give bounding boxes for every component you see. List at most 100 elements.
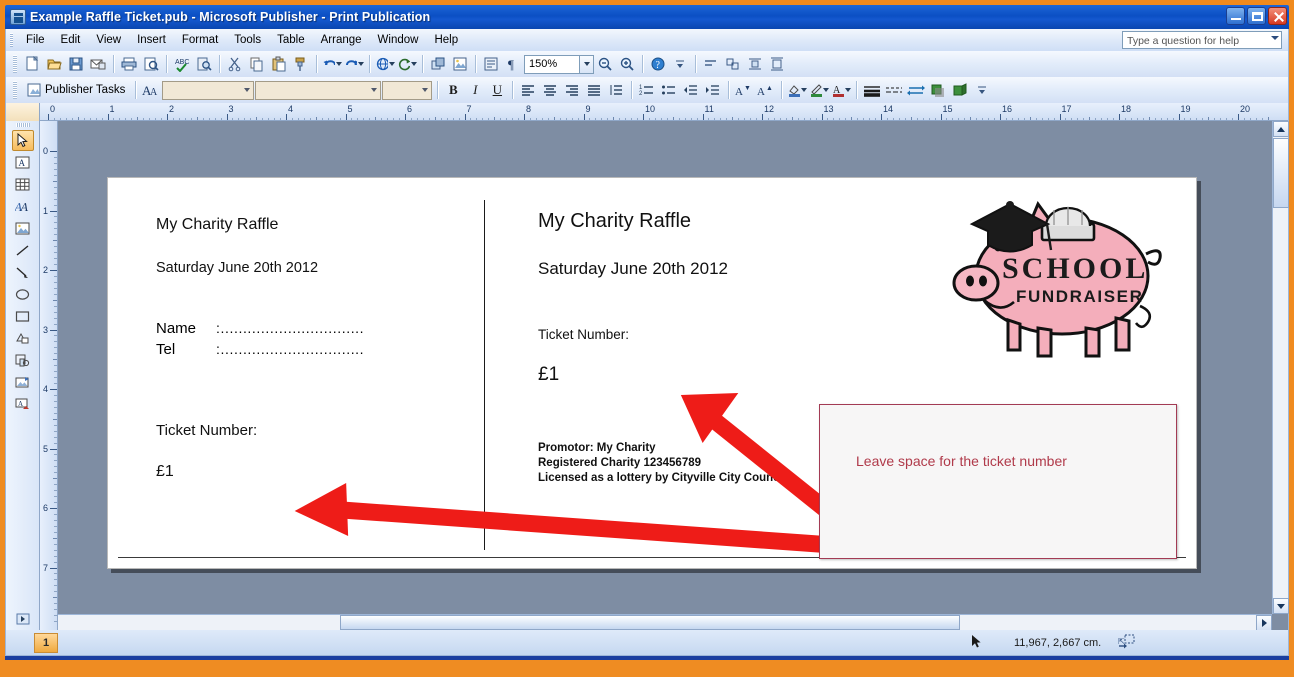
italic-button[interactable]: I — [464, 79, 486, 101]
font-color-icon[interactable]: A — [830, 79, 852, 101]
menu-insert[interactable]: Insert — [129, 32, 174, 48]
publisher-tasks-button[interactable]: Publisher Tasks — [21, 83, 131, 97]
style-dropdown[interactable] — [162, 80, 255, 100]
autoshapes-icon[interactable] — [12, 328, 34, 349]
design-gallery-object-icon[interactable] — [12, 350, 34, 371]
cut-icon[interactable] — [224, 53, 246, 75]
save-icon[interactable] — [65, 53, 87, 75]
rotate-icon[interactable] — [396, 53, 418, 75]
horizontal-ruler[interactable]: 0 1 2 3 4 5 6 7 8 9 10 11 12 13 14 15 16 17 18 19 20 — [6, 103, 1288, 121]
line-icon[interactable] — [12, 240, 34, 261]
chevron-down-icon[interactable] — [336, 62, 342, 66]
line-style-icon[interactable] — [861, 79, 883, 101]
picture-frame-icon[interactable] — [12, 218, 34, 239]
oval-icon[interactable] — [12, 284, 34, 305]
vertical-scrollbar[interactable] — [1272, 121, 1289, 614]
zoom-out-icon[interactable] — [594, 53, 616, 75]
line-spacing-icon[interactable] — [605, 79, 627, 101]
maximize-button[interactable] — [1247, 7, 1266, 25]
align-left-icon[interactable] — [517, 79, 539, 101]
underline-button[interactable]: U — [486, 79, 508, 101]
menu-help[interactable]: Help — [426, 32, 466, 48]
object-position-size-icon[interactable]: ⇱ — [1118, 634, 1136, 655]
chevron-down-icon[interactable] — [845, 88, 852, 92]
align-distribute-icon[interactable] — [700, 53, 722, 75]
menu-window[interactable]: Window — [370, 32, 427, 48]
redo-icon[interactable] — [343, 53, 365, 75]
menu-table[interactable]: Table — [269, 32, 313, 48]
chevron-down-icon[interactable] — [411, 62, 417, 66]
bold-button[interactable]: B — [442, 79, 464, 101]
increase-indent-icon[interactable] — [702, 79, 724, 101]
shrink-font-icon[interactable]: A ▼ — [733, 79, 755, 101]
toolbar-grip[interactable] — [15, 123, 30, 127]
scroll-right-button[interactable] — [1256, 615, 1272, 631]
special-characters-icon[interactable] — [480, 53, 502, 75]
arrow-icon[interactable] — [12, 262, 34, 283]
spelling-icon[interactable]: ABC — [171, 53, 193, 75]
objects-toolbar-expand-icon[interactable] — [12, 608, 34, 629]
line-color-icon[interactable] — [808, 79, 830, 101]
undo-icon[interactable] — [321, 53, 343, 75]
menu-arrange[interactable]: Arrange — [313, 32, 370, 48]
show-formatting-marks-icon[interactable]: ¶ — [502, 53, 524, 75]
bulleted-list-icon[interactable] — [658, 79, 680, 101]
research-icon[interactable] — [193, 53, 215, 75]
zoom-in-icon[interactable] — [616, 53, 638, 75]
toolbar-options-icon[interactable] — [669, 53, 691, 75]
horizontal-scroll-thumb[interactable] — [340, 615, 960, 630]
select-objects-icon[interactable] — [11, 130, 34, 151]
numbered-list-icon[interactable]: 12 — [636, 79, 658, 101]
menu-file[interactable]: File — [18, 32, 53, 48]
styles-and-formatting-icon[interactable]: AA — [140, 79, 162, 101]
toolbar-options-icon[interactable] — [971, 79, 993, 101]
item-from-content-library-icon[interactable] — [12, 372, 34, 393]
align-right-icon[interactable] — [561, 79, 583, 101]
font-size-dropdown[interactable] — [382, 80, 433, 100]
vertical-ruler[interactable]: 0 1 2 3 4 5 6 7 — [40, 121, 58, 630]
menu-edit[interactable]: Edit — [53, 32, 89, 48]
align-center-icon[interactable] — [539, 79, 561, 101]
page-number-badge[interactable]: 1 — [34, 632, 58, 653]
wordart-icon[interactable]: AA — [12, 196, 34, 217]
justify-icon[interactable] — [583, 79, 605, 101]
open-icon[interactable] — [43, 53, 65, 75]
3d-style-icon[interactable] — [949, 79, 971, 101]
scroll-down-button[interactable] — [1273, 598, 1289, 614]
toolbar-grip[interactable] — [13, 55, 17, 73]
decrease-indent-icon[interactable] — [680, 79, 702, 101]
copy-icon[interactable] — [246, 53, 268, 75]
vertical-scroll-thumb[interactable] — [1273, 138, 1289, 208]
menu-grip[interactable] — [10, 33, 13, 47]
horizontal-scrollbar[interactable] — [40, 614, 1272, 631]
bring-to-front-icon[interactable] — [427, 53, 449, 75]
close-button[interactable] — [1268, 7, 1287, 25]
print-icon[interactable] — [118, 53, 140, 75]
piggy-bank-graduation-image[interactable]: SCHOOL FUNDRAISER — [950, 188, 1170, 378]
chevron-down-icon[interactable] — [823, 88, 830, 92]
fill-color-icon[interactable] — [786, 79, 808, 101]
help-question-input[interactable]: Type a question for help — [1122, 31, 1282, 49]
menu-tools[interactable]: Tools — [226, 32, 269, 48]
menu-format[interactable]: Format — [174, 32, 226, 48]
wrap-text-tight-icon[interactable] — [766, 53, 788, 75]
grow-font-icon[interactable]: A ▲ — [755, 79, 777, 101]
wrap-text-square-icon[interactable] — [744, 53, 766, 75]
chevron-down-icon[interactable] — [358, 62, 364, 66]
text-box-icon[interactable]: A — [12, 152, 34, 173]
callout-box[interactable]: Leave space for the ticket number — [819, 404, 1177, 559]
zoom-input[interactable]: 150% — [524, 54, 580, 74]
paste-icon[interactable] — [268, 53, 290, 75]
document-canvas[interactable]: My Charity Raffle Saturday June 20th 201… — [59, 122, 1272, 614]
ruler-corner[interactable] — [6, 103, 40, 121]
insert-table-icon[interactable] — [12, 174, 34, 195]
email-icon[interactable] — [87, 53, 109, 75]
minimize-button[interactable] — [1226, 7, 1245, 25]
font-dropdown[interactable] — [255, 80, 382, 100]
new-icon[interactable] — [21, 53, 43, 75]
zoom-dropdown-button[interactable] — [579, 54, 594, 74]
arrow-style-icon[interactable] — [905, 79, 927, 101]
help-icon[interactable]: ? — [647, 53, 669, 75]
design-gallery-icon[interactable] — [449, 53, 471, 75]
chevron-down-icon[interactable] — [801, 88, 808, 92]
